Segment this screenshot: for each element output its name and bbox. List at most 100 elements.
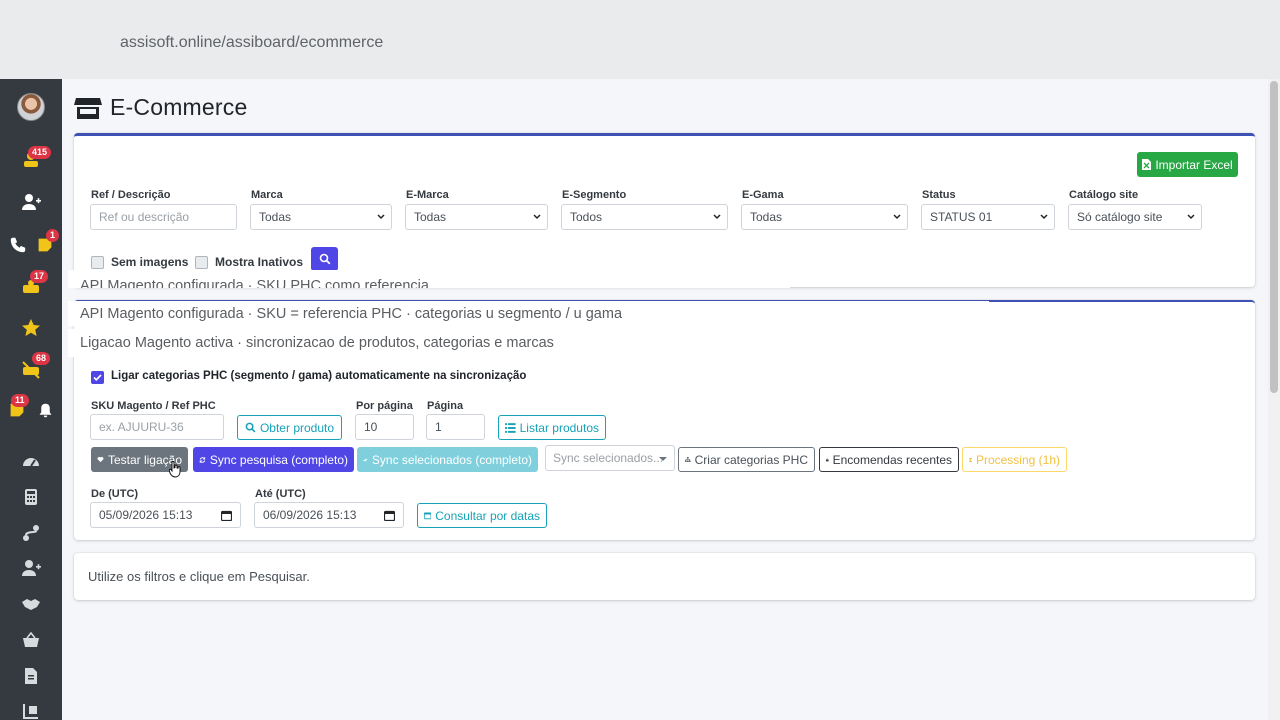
auto-categories-checkbox[interactable] — [91, 371, 104, 384]
sidebar-item-calls[interactable]: 1 — [0, 229, 62, 260]
catalogo-select[interactable]: Só catálogo site — [1068, 204, 1202, 230]
ref-input[interactable]: Ref ou descrição — [90, 204, 237, 230]
sidebar-item-sales[interactable]: 415 — [0, 145, 62, 175]
sidebar-item-route[interactable] — [0, 518, 62, 548]
user-plus-icon — [22, 560, 41, 576]
sidebar-item-invoices[interactable] — [0, 661, 62, 691]
sidebar-badge-deals: 17 — [30, 270, 49, 283]
page-scrollbar[interactable] — [1268, 79, 1280, 720]
sidebar-item-add-user[interactable] — [0, 187, 62, 217]
search-button[interactable] — [311, 247, 338, 271]
heartbeat-icon — [97, 456, 104, 463]
emarca-value: Todas — [414, 210, 447, 224]
processing-button[interactable]: Processing (1h) — [962, 447, 1067, 472]
emarca-label: E-Marca — [406, 189, 449, 201]
magento-status-text-1: API Magento configurada · SKU PHC como r… — [80, 278, 429, 288]
search-icon — [319, 253, 330, 265]
listar-produtos-button[interactable]: Listar produtos — [498, 415, 606, 440]
sync-dropdown-value: Sync selecionados... — [553, 451, 664, 465]
sku-input[interactable]: ex. AJUURU-36 — [90, 414, 224, 440]
sidebar-item-shop[interactable] — [0, 625, 62, 655]
pagina-label: Página — [427, 400, 464, 412]
sidebar-badge-alerts: 68 — [32, 352, 51, 365]
sidebar-item-calculator[interactable] — [0, 482, 62, 512]
sem-imagens-checkbox[interactable] — [91, 256, 104, 269]
star-icon — [22, 319, 40, 336]
import-excel-button[interactable]: Importar Excel — [1137, 152, 1238, 177]
user-plus-icon — [22, 194, 41, 210]
status-label: Status — [922, 189, 956, 201]
consultar-datas-label: Consultar por datas — [435, 508, 540, 523]
sidebar-item-delivery[interactable] — [0, 697, 62, 720]
pagina-input[interactable]: 1 — [426, 414, 485, 440]
scrollbar-thumb[interactable] — [1270, 81, 1278, 393]
sync-icon — [199, 456, 206, 463]
consultar-datas-button[interactable]: Consultar por datas — [417, 503, 547, 528]
avatar — [17, 93, 45, 121]
esegmento-label: E-Segmento — [562, 189, 627, 201]
sidebar-badge-sales: 415 — [28, 146, 52, 159]
sidebar-item-favorites[interactable] — [0, 313, 62, 343]
auto-categories-label: Ligar categorias PHC (segmento / gama) a… — [111, 370, 527, 382]
chevron-down-icon — [533, 214, 541, 220]
calendar-icon — [424, 512, 432, 520]
por-pagina-input[interactable]: 10 — [355, 414, 414, 440]
calendar-icon — [221, 510, 232, 521]
criar-categorias-button[interactable]: Criar categorias PHC — [678, 447, 815, 472]
chevron-down-icon — [713, 214, 721, 220]
phone-icon — [10, 237, 26, 253]
obter-produto-button[interactable]: Obter produto — [237, 415, 342, 440]
sku-label: SKU Magento / Ref PHC — [91, 400, 216, 412]
magento-status-text-2: API Magento configurada · SKU = referenc… — [80, 305, 623, 322]
catalogo-value: Só catálogo site — [1077, 210, 1163, 224]
catalogo-label: Catálogo site — [1069, 189, 1139, 201]
sidebar-item-users[interactable] — [0, 553, 62, 583]
ate-datetime-input[interactable]: 06/09/2026 15:13 — [254, 502, 404, 528]
emarca-select[interactable]: Todas — [405, 204, 548, 230]
esegmento-select[interactable]: Todos — [561, 204, 728, 230]
egama-select[interactable]: Todas — [741, 204, 908, 230]
calculator-icon — [25, 489, 37, 505]
magento-status-line-2: API Magento configurada · SKU = referenc… — [68, 301, 989, 326]
encomendas-recentes-button[interactable]: Encomendas recentes — [819, 447, 959, 472]
sitemap-icon — [685, 457, 691, 462]
marca-select[interactable]: Todas — [250, 204, 392, 230]
sync-pesquisa-button[interactable]: Sync pesquisa (completo) — [193, 447, 354, 472]
file-excel-icon — [1142, 159, 1152, 170]
chevron-down-icon — [893, 214, 901, 220]
criar-categorias-label: Criar categorias PHC — [694, 452, 808, 467]
sidebar-item-deals[interactable]: 17 — [0, 270, 62, 302]
de-datetime-input[interactable]: 05/09/2026 15:13 — [90, 502, 241, 528]
sync-pesquisa-label: Sync pesquisa (completo) — [209, 452, 348, 467]
store-icon — [74, 97, 102, 119]
por-pagina-label: Por página — [356, 400, 413, 412]
calendar-icon — [384, 510, 395, 521]
handshake-icon — [22, 599, 40, 610]
sidebar: 415 1 17 68 11 — [0, 79, 62, 720]
de-label: De (UTC) — [91, 488, 139, 500]
egama-value: Todas — [750, 210, 783, 224]
sidebar-item-profile[interactable] — [0, 92, 62, 122]
sidebar-item-alerts[interactable]: 68 — [0, 352, 62, 384]
mostra-inativos-checkbox[interactable] — [195, 256, 208, 269]
sync-selecionados-button[interactable]: Sync selecionados (completo) — [357, 447, 538, 472]
sidebar-item-tasks[interactable]: 11 — [0, 394, 62, 425]
sync-selecionados-dropdown[interactable]: Sync selecionados... — [545, 445, 675, 471]
invoice-icon — [25, 668, 37, 684]
import-excel-label: Importar Excel — [1155, 157, 1233, 172]
url-bar[interactable]: assisoft.online/assiboard/ecommerce — [120, 34, 383, 52]
ate-value: 06/09/2026 15:13 — [263, 508, 357, 522]
list-icon — [505, 422, 516, 433]
esegmento-value: Todos — [570, 210, 603, 224]
magento-status-line-3: Ligacao Magento activa · sincronizacao d… — [68, 329, 1101, 357]
status-select[interactable]: STATUS 01 — [921, 204, 1055, 230]
sidebar-item-dashboard[interactable] — [0, 446, 62, 476]
chevron-down-icon — [377, 214, 385, 220]
shopping-bag-icon — [826, 458, 829, 461]
marca-value: Todas — [259, 210, 292, 224]
ate-label: Até (UTC) — [255, 488, 306, 500]
dolly-icon — [23, 704, 38, 719]
page-title: E-Commerce — [110, 94, 248, 120]
sidebar-item-partners[interactable] — [0, 589, 62, 619]
ref-label: Ref / Descrição — [91, 189, 171, 201]
